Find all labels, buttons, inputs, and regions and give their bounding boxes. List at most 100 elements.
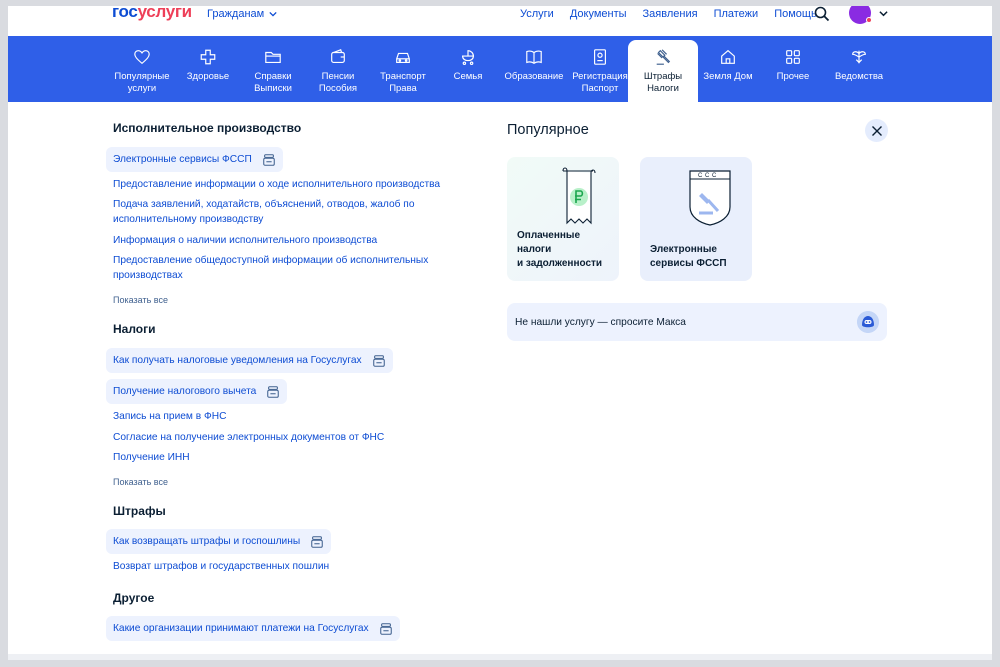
ask-maks-label: Не нашли услугу — спросите Макса [515, 316, 686, 328]
link-get-inn[interactable]: Получение ИНН [113, 450, 190, 465]
category-popular[interactable]: Популярные услуги [111, 40, 173, 102]
category-label-2: Паспорт [581, 83, 619, 94]
link-return-duties[interactable]: Возврат штрафов и государственных пошлин [113, 559, 329, 574]
pill-label: Как получать налоговые уведомления на Го… [113, 355, 362, 366]
category-label: Здоровье [186, 71, 230, 82]
link-submit-applications[interactable]: Подача заявлений, ходатайств, объяснений… [113, 197, 415, 212]
category-label-2: Выписки [254, 83, 292, 94]
category-education[interactable]: Образование [502, 40, 566, 102]
category-label: Справки [254, 71, 292, 82]
logo-part-2: услуги [137, 6, 193, 21]
layers-icon [267, 385, 280, 398]
section-title-taxes: Налоги [113, 322, 156, 336]
nav-payments[interactable]: Платежи [714, 8, 759, 20]
category-label-2: Пособия [318, 83, 358, 94]
category-label: Регистрация [572, 71, 628, 82]
book-icon [526, 50, 542, 65]
category-family[interactable]: Семья [438, 40, 498, 102]
audience-dropdown[interactable]: Гражданам [207, 8, 277, 20]
category-label: Пенсии [321, 71, 355, 82]
section-title-enforcement: Исполнительное производство [113, 121, 302, 135]
layers-icon [379, 622, 392, 635]
category-other[interactable]: Прочее [763, 40, 823, 102]
pill-return-fines[interactable]: Как возвращать штрафы и госпошлины [106, 529, 332, 554]
category-bar: Популярные услуги Здоровье Справки Выпис… [8, 36, 992, 102]
card-label-line: и задолженности [517, 258, 603, 269]
section-title-other: Другое [113, 591, 155, 605]
bottom-divider [8, 654, 992, 660]
top-header: госуслуги Гражданам Услуги Документы Зая… [8, 6, 992, 36]
pill-label: Получение налогового вычета [113, 386, 257, 397]
card-label: Оплаченные налоги и задолженности [517, 229, 602, 271]
heart-icon [134, 50, 150, 65]
car-icon [396, 52, 410, 63]
pill-tax-notifications[interactable]: Как получать налоговые уведомления на Го… [106, 348, 393, 373]
card-label-line: налоги [517, 244, 552, 255]
ask-maks-banner[interactable]: Не нашли услугу — спросите Макса [507, 303, 887, 341]
assistant-avatar-icon [857, 311, 879, 333]
nav-services[interactable]: Услуги [520, 8, 554, 20]
link-enforcement-progress[interactable]: Предоставление информации о ходе исполни… [113, 177, 440, 192]
nav-help[interactable]: Помощь [774, 8, 817, 20]
category-pensions[interactable]: Пенсии Пособия [308, 40, 368, 102]
category-certificates[interactable]: Справки Выписки [243, 40, 303, 102]
category-label: Земля Дом [703, 71, 753, 82]
page-frame: госуслуги Гражданам Услуги Документы Зая… [8, 6, 992, 660]
show-all-enforcement[interactable]: Показать все [113, 295, 168, 305]
receipt-ruble-icon [562, 167, 596, 225]
pill-payment-orgs[interactable]: Какие организации принимают платежи на Г… [106, 616, 400, 641]
category-transport[interactable]: Транспорт Права [373, 40, 433, 102]
avatar[interactable] [849, 6, 872, 24]
chevron-down-icon[interactable] [879, 9, 888, 18]
search-icon[interactable] [814, 6, 830, 22]
nav-documents[interactable]: Документы [570, 8, 627, 20]
layers-icon [372, 354, 385, 367]
stroller-icon [462, 50, 474, 66]
close-button[interactable] [865, 119, 888, 142]
category-label: Семья [453, 71, 483, 82]
pill-label: Как возвращать штрафы и госпошлины [113, 536, 301, 547]
show-all-taxes[interactable]: Показать все [113, 477, 168, 487]
category-label-2: Налоги [647, 83, 679, 94]
card-fssp-services[interactable]: С С С Электронные сервисы ФССП [640, 157, 752, 281]
pill-label: Какие организации принимают платежи на Г… [113, 623, 369, 634]
emblem-icon [852, 50, 866, 64]
fssp-emblem-text: С С С [698, 173, 717, 179]
notification-dot [866, 17, 872, 23]
category-land-house[interactable]: Земля Дом [700, 40, 756, 102]
link-public-info[interactable]: Предоставление общедоступной информации … [113, 253, 428, 268]
card-label: Электронные сервисы ФССП [650, 243, 727, 271]
link-fns-appointment[interactable]: Запись на прием в ФНС [113, 409, 226, 424]
top-nav: Услуги Документы Заявления Платежи Помощ… [520, 8, 833, 20]
layers-icon [311, 535, 323, 548]
category-label: Транспорт [380, 71, 426, 82]
plus-icon [200, 49, 216, 65]
category-label-2: Права [389, 83, 417, 94]
category-agencies[interactable]: Ведомства [826, 40, 892, 102]
gosuslugi-logo[interactable]: госуслуги [112, 6, 192, 22]
category-label: Штрафы [643, 71, 683, 82]
category-label: Образование [504, 71, 564, 82]
folder-icon [265, 51, 281, 63]
popular-title: Популярное [507, 122, 589, 138]
card-label-line: сервисы ФССП [650, 258, 727, 269]
category-registration[interactable]: Регистрация Паспорт [568, 40, 632, 102]
category-label: Прочее [776, 71, 810, 82]
category-fines-taxes[interactable]: Штрафы Налоги [628, 40, 698, 102]
link-fns-consent[interactable]: Согласие на получение электронных докуме… [113, 430, 384, 445]
card-paid-taxes[interactable]: Оплаченные налоги и задолженности [507, 157, 619, 281]
logo-part-1: гос [112, 6, 138, 21]
house-icon [721, 49, 735, 64]
layers-icon [263, 153, 275, 166]
link-submit-applications-2[interactable]: исполнительному производству [113, 212, 263, 227]
close-icon [871, 125, 882, 136]
category-health[interactable]: Здоровье [178, 40, 238, 102]
wallet-icon [331, 49, 345, 63]
link-public-info-2[interactable]: производствах [113, 268, 183, 283]
link-enforcement-info[interactable]: Информация о наличии исполнительного про… [113, 233, 377, 248]
gavel-icon [656, 49, 671, 65]
nav-applications[interactable]: Заявления [643, 8, 698, 20]
card-label-line: Электронные [650, 244, 717, 255]
pill-fssp-services[interactable]: Электронные сервисы ФССП [106, 147, 283, 172]
pill-tax-deduction[interactable]: Получение налогового вычета [106, 379, 288, 404]
